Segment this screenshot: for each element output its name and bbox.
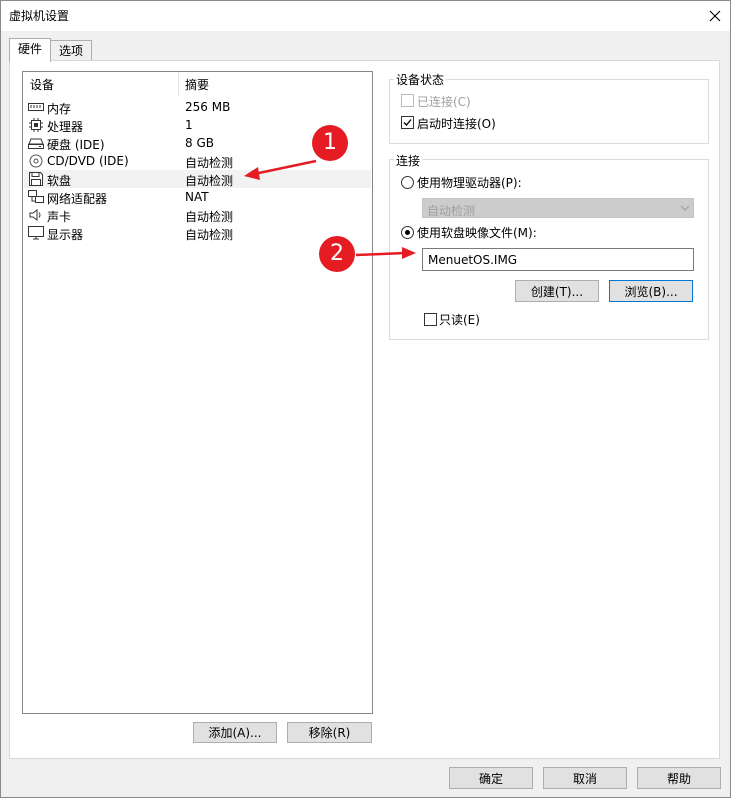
annotation-badge-2: 2 [319,236,355,272]
annotation-arrow-2 [355,251,407,257]
annotation-arrows [244,159,416,259]
annotation-badge-1: 1 [312,125,348,161]
annotation-arrowhead-2 [402,247,416,259]
annotation-arrow-1 [253,159,317,176]
tab-hardware[interactable]: 硬件 [9,38,51,62]
annotation-arrowhead-1 [244,167,260,180]
